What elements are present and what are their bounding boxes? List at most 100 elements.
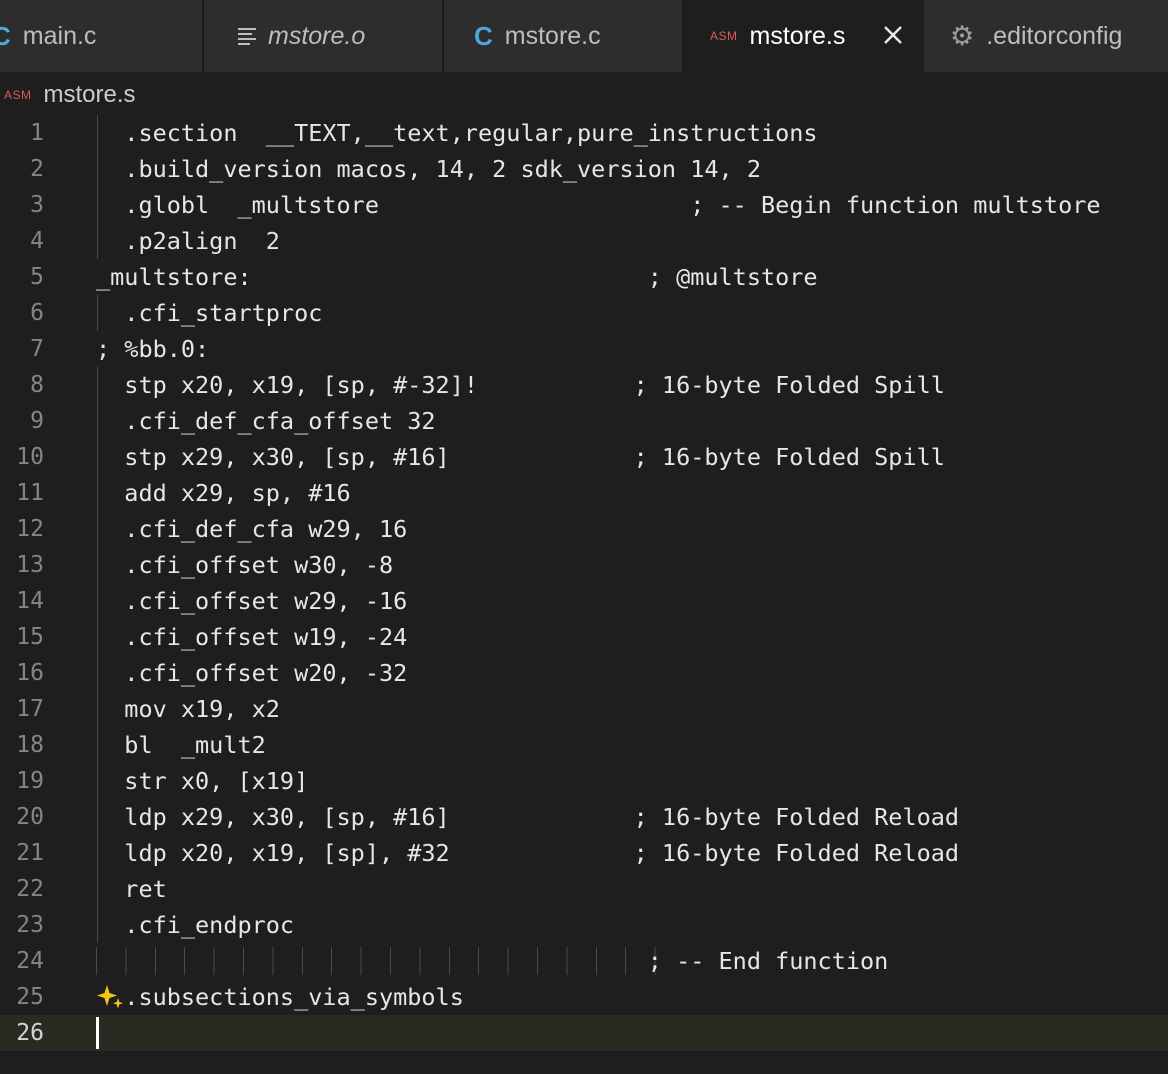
line-number: 24 <box>16 948 44 974</box>
code-line[interactable]: 26 <box>0 1015 1168 1051</box>
code-line[interactable]: 20 ldp x29, x30, [sp, #16] ; 16-byte Fol… <box>0 799 1168 835</box>
code-line[interactable]: 16 .cfi_offset w20, -32 <box>0 655 1168 691</box>
line-number: 2 <box>30 156 44 182</box>
code-text: _multstore: ; @multstore <box>96 263 818 291</box>
code-line[interactable]: 6 .cfi_startproc <box>0 295 1168 331</box>
line-number: 14 <box>16 588 44 614</box>
code-text: ; %bb.0: <box>96 335 210 363</box>
line-number: 11 <box>16 480 44 506</box>
code-line[interactable]: 3 .globl _multstore ; -- Begin function … <box>0 187 1168 223</box>
close-icon[interactable] <box>880 22 906 48</box>
code-line[interactable]: 7 ; %bb.0: <box>0 331 1168 367</box>
text-lines-icon <box>238 26 256 46</box>
code-line[interactable]: 22 ret <box>0 871 1168 907</box>
code-line[interactable]: 13 .cfi_offset w30, -8 <box>0 547 1168 583</box>
code-line[interactable]: 5 _multstore: ; @multstore <box>0 259 1168 295</box>
code-line[interactable]: 4 .p2align 2 <box>0 223 1168 259</box>
line-number: 18 <box>16 732 44 758</box>
code-text: .build_version macos, 14, 2 sdk_version … <box>96 155 761 183</box>
tab-editorconfig[interactable]: ⚙ .editorconfig <box>924 0 1168 72</box>
code-line[interactable]: 21 ldp x20, x19, [sp], #32 ; 16-byte Fol… <box>0 835 1168 871</box>
breadcrumb: ASM mstore.s <box>0 72 1168 118</box>
line-number: 7 <box>30 336 44 362</box>
line-number: 23 <box>16 912 44 938</box>
line-number: 12 <box>16 516 44 542</box>
tab-label: main.c <box>22 21 97 50</box>
tab-label: mstore.o <box>268 21 366 50</box>
code-text: .globl _multstore ; -- Begin function mu… <box>96 191 1101 219</box>
code-editor[interactable]: 1 .section __TEXT,__text,regular,pure_in… <box>0 115 1168 1074</box>
sparkle-icon[interactable] <box>96 983 126 1011</box>
tab-mstore-c[interactable]: C mstore.c <box>444 0 684 72</box>
line-number: 4 <box>30 228 44 254</box>
c-file-icon: C <box>474 20 493 51</box>
line-number: 15 <box>16 624 44 650</box>
code-text: ret <box>96 875 167 903</box>
code-text: .cfi_endproc <box>96 911 295 939</box>
code-line[interactable]: 10 stp x29, x30, [sp, #16] ; 16-byte Fol… <box>0 439 1168 475</box>
line-number: 9 <box>30 408 44 434</box>
code-text: stp x20, x19, [sp, #-32]! ; 16-byte Fold… <box>96 371 945 399</box>
code-text: ldp x20, x19, [sp], #32 ; 16-byte Folded… <box>96 839 960 867</box>
code-text: ldp x29, x30, [sp, #16] ; 16-byte Folded… <box>96 803 960 831</box>
code-text: .subsections_via_symbols <box>96 983 464 1011</box>
code-line[interactable]: 11 add x29, sp, #16 <box>0 475 1168 511</box>
tab-label: mstore.c <box>504 21 601 50</box>
asm-file-icon: ASM <box>710 29 738 43</box>
code-text: .cfi_offset w20, -32 <box>96 659 408 687</box>
code-line[interactable]: 19 str x0, [x19] <box>0 763 1168 799</box>
code-text: str x0, [x19] <box>96 767 309 795</box>
code-text: add x29, sp, #16 <box>96 479 351 507</box>
code-line[interactable]: 9 .cfi_def_cfa_offset 32 <box>0 403 1168 439</box>
tab-label: .editorconfig <box>986 21 1123 50</box>
line-number: 1 <box>30 120 44 146</box>
code-text: .p2align 2 <box>96 227 280 255</box>
code-text: .cfi_def_cfa_offset 32 <box>96 407 436 435</box>
c-file-icon: C <box>0 20 11 51</box>
code-text: mov x19, x2 <box>96 695 280 723</box>
line-number: 16 <box>16 660 44 686</box>
code-line[interactable]: 17 mov x19, x2 <box>0 691 1168 727</box>
tab-main-c[interactable]: C main.c <box>0 0 204 72</box>
code-line[interactable]: 14 .cfi_offset w29, -16 <box>0 583 1168 619</box>
code-text: .cfi_def_cfa w29, 16 <box>96 515 408 543</box>
code-line[interactable]: 1 .section __TEXT,__text,regular,pure_in… <box>0 115 1168 151</box>
code-text: .cfi_offset w30, -8 <box>96 551 394 579</box>
text-cursor <box>96 1017 99 1049</box>
line-number: 22 <box>16 876 44 902</box>
line-number: 21 <box>16 840 44 866</box>
code-text: .section __TEXT,__text,regular,pure_inst… <box>96 119 818 147</box>
code-line[interactable]: 23 .cfi_endproc <box>0 907 1168 943</box>
line-number: 20 <box>16 804 44 830</box>
code-line[interactable]: 8 stp x20, x19, [sp, #-32]! ; 16-byte Fo… <box>0 367 1168 403</box>
gear-icon: ⚙ <box>950 20 975 51</box>
tab-mstore-o[interactable]: mstore.o <box>204 0 444 72</box>
asm-file-icon: ASM <box>4 88 32 102</box>
line-number: 5 <box>30 264 44 290</box>
line-number: 10 <box>16 444 44 470</box>
code-text: .cfi_offset w19, -24 <box>96 623 408 651</box>
line-number: 25 <box>16 984 44 1010</box>
line-number: 6 <box>30 300 44 326</box>
line-number: 19 <box>16 768 44 794</box>
line-number: 17 <box>16 696 44 722</box>
line-number: 3 <box>30 192 44 218</box>
line-number: 26 <box>16 1020 44 1046</box>
code-line[interactable]: 25 .subsections_via_symbols <box>0 979 1168 1015</box>
line-number: 8 <box>30 372 44 398</box>
line-number: 13 <box>16 552 44 578</box>
tab-label: mstore.s <box>749 21 846 50</box>
code-line[interactable]: 18 bl _mult2 <box>0 727 1168 763</box>
code-line[interactable]: 12 .cfi_def_cfa w29, 16 <box>0 511 1168 547</box>
code-text: bl _mult2 <box>96 731 266 759</box>
code-line[interactable]: 2 .build_version macos, 14, 2 sdk_versio… <box>0 151 1168 187</box>
code-text: stp x29, x30, [sp, #16] ; 16-byte Folded… <box>96 443 945 471</box>
breadcrumb-file[interactable]: mstore.s <box>44 81 136 109</box>
editor-tab-bar: C main.c mstore.o C mstore.c ASM mstore.… <box>0 0 1168 72</box>
code-text: .cfi_offset w29, -16 <box>96 587 408 615</box>
code-text: ; -- End function <box>96 947 889 975</box>
code-line[interactable]: 15 .cfi_offset w19, -24 <box>0 619 1168 655</box>
code-line[interactable]: 24 ; -- End function <box>0 943 1168 979</box>
tab-mstore-s[interactable]: ASM mstore.s <box>684 0 924 72</box>
code-text: .cfi_startproc <box>96 299 323 327</box>
